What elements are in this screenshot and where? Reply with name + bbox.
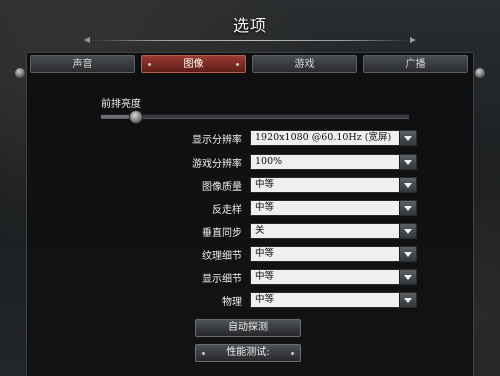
setting-row-antialiasing: 反走样 中等 [0,200,500,216]
dropdown-value: 关 [255,225,265,236]
setting-label: 显示细节 [202,274,242,285]
setting-label: 反走样 [212,205,242,216]
chevron-down-icon[interactable] [399,270,416,284]
tab-label: 广播 [405,59,426,70]
tab-graphics[interactable]: 图像 [141,55,246,73]
dropdown-value: 中等 [255,202,275,213]
setting-label: 游戏分辨率 [192,159,242,170]
physics-dropdown[interactable]: 中等 [250,292,417,308]
tab-label: 游戏 [294,59,315,70]
setting-row-vsync: 垂直同步 关 [0,223,500,239]
tab-label: 图像 [183,59,204,70]
chevron-down-icon[interactable] [399,155,416,169]
setting-row-display-detail: 显示细节 中等 [0,269,500,285]
setting-row-image-quality: 图像质量 中等 [0,177,500,193]
tab-sound[interactable]: 声音 [30,55,135,73]
display-resolution-dropdown[interactable]: 1920x1080 @60.10Hz (宽屏) [250,130,417,146]
dropdown-value: 中等 [255,179,275,190]
setting-row-texture-detail: 纹理细节 中等 [0,246,500,262]
image-quality-dropdown[interactable]: 中等 [250,177,417,193]
brightness-slider[interactable] [101,110,409,124]
button-label: 自动探测 [228,322,268,333]
tab-game[interactable]: 游戏 [252,55,357,73]
setting-label: 物理 [222,297,242,308]
orb-icon [15,68,25,78]
setting-row-game-resolution: 游戏分辨率 100% [0,154,500,170]
bullet-icon [148,63,151,66]
setting-label: 纹理细节 [202,251,242,262]
bullet-icon [236,63,239,66]
button-label: 性能测试: [226,347,270,358]
setting-label: 图像质量 [202,182,242,193]
benchmark-button[interactable]: 性能测试: [195,344,301,362]
bullet-icon [202,352,205,355]
chevron-down-icon[interactable] [399,224,416,238]
tab-bar: 声音 图像 游戏 广播 [26,52,474,76]
bullet-icon [291,352,294,355]
texture-detail-dropdown[interactable]: 中等 [250,246,417,262]
brightness-label: 前排亮度 [101,99,141,110]
dropdown-value: 100% [255,156,283,167]
orb-icon [475,68,485,78]
auto-detect-button[interactable]: 自动探测 [195,319,301,337]
setting-label: 显示分辨率 [192,135,242,146]
dropdown-value: 中等 [255,271,275,282]
chevron-down-icon[interactable] [399,131,416,145]
chevron-down-icon[interactable] [399,201,416,215]
vsync-dropdown[interactable]: 关 [250,223,417,239]
chevron-down-icon[interactable] [399,247,416,261]
tab-label: 声音 [72,59,93,70]
game-resolution-dropdown[interactable]: 100% [250,154,417,170]
setting-label: 垂直同步 [202,228,242,239]
chevron-down-icon[interactable] [399,178,416,192]
slider-thumb[interactable] [128,110,143,124]
dropdown-value: 中等 [255,248,275,259]
dropdown-value: 1920x1080 @60.10Hz (宽屏) [255,132,392,143]
options-window: 选项 声音 图像 游戏 广播 前排亮度 显示分辨率 1920x1080 @60.… [0,0,500,376]
chevron-down-icon[interactable] [399,293,416,307]
window-title: 选项 [232,16,267,35]
setting-row-physics: 物理 中等 [0,292,500,308]
title-divider [84,37,416,43]
tab-broadcast[interactable]: 广播 [363,55,468,73]
dropdown-value: 中等 [255,294,275,305]
display-detail-dropdown[interactable]: 中等 [250,269,417,285]
setting-row-display-resolution: 显示分辨率 1920x1080 @60.10Hz (宽屏) [0,130,500,146]
antialiasing-dropdown[interactable]: 中等 [250,200,417,216]
